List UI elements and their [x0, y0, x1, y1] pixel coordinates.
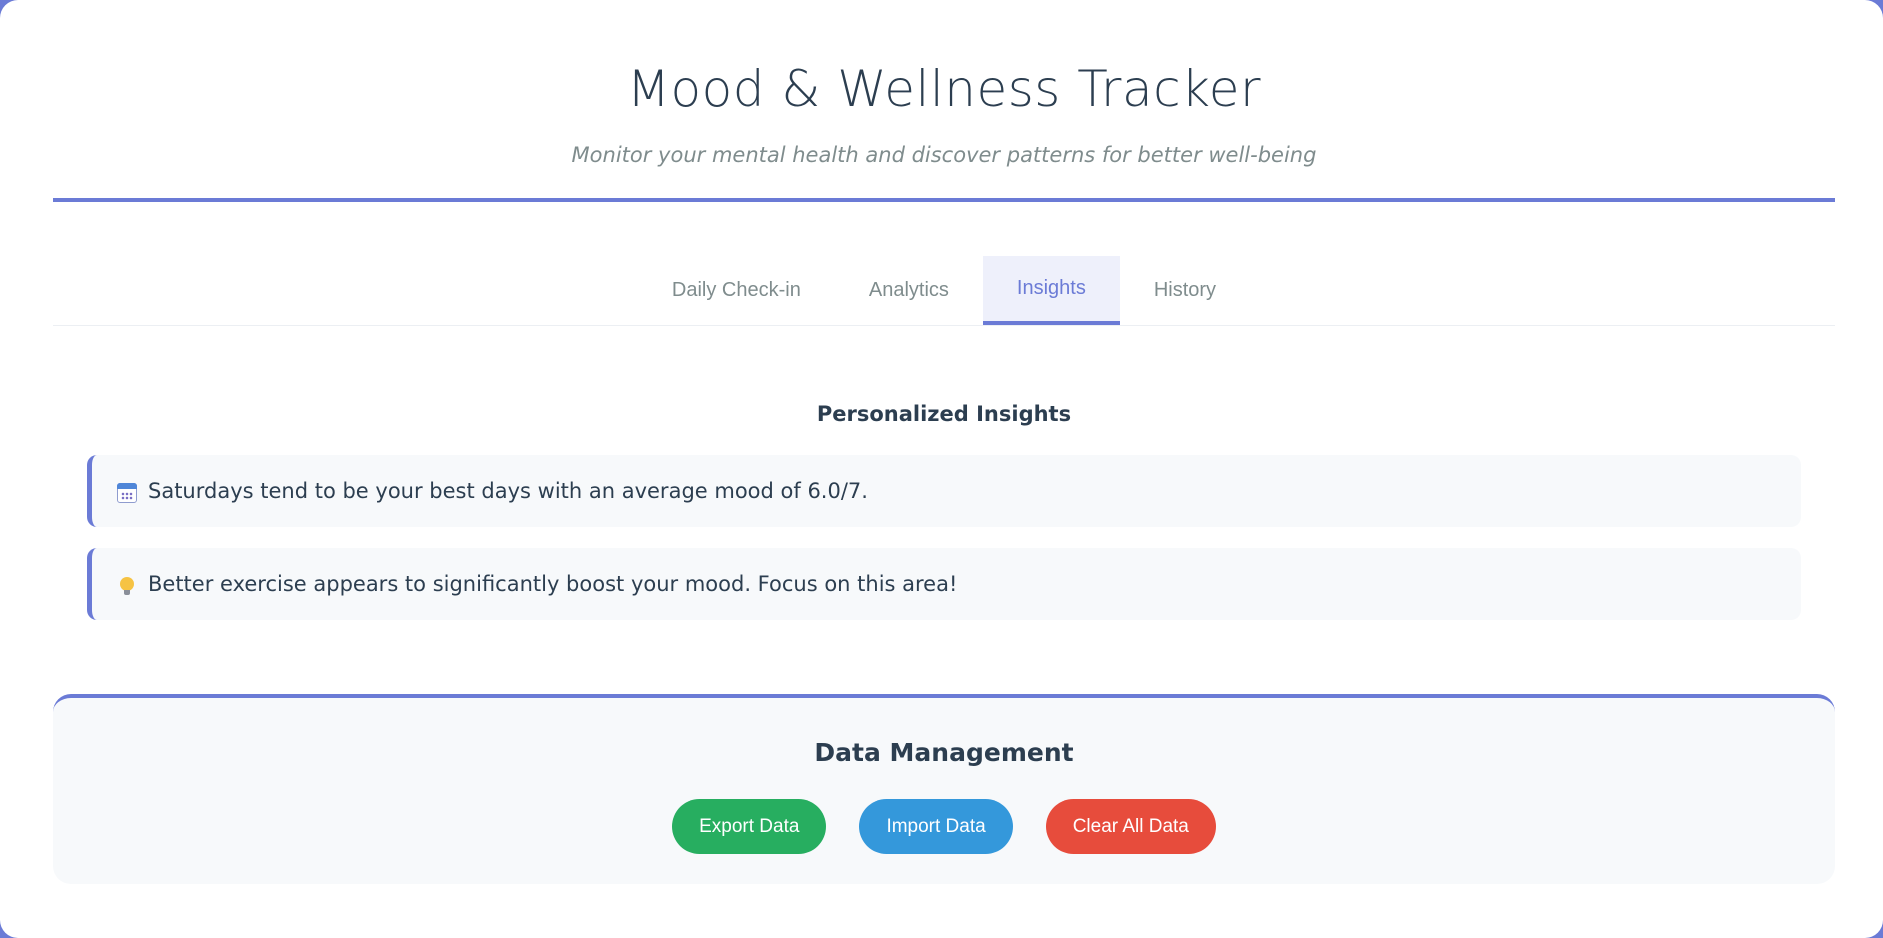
data-management-panel: Data Management Export Data Import Data …	[53, 694, 1835, 884]
tab-insights[interactable]: Insights	[982, 256, 1120, 325]
tab-history[interactable]: History	[1120, 256, 1250, 325]
export-data-button[interactable]: Export Data	[672, 799, 827, 854]
tab-daily-check-in[interactable]: Daily Check-in	[638, 256, 835, 325]
clear-all-data-button[interactable]: Clear All Data	[1045, 799, 1216, 854]
page-title: Mood & Wellness Tracker	[626, 60, 1262, 118]
page-subtitle: Monitor your mental health and discover …	[571, 143, 1317, 167]
insight-text: Better exercise appears to significantly…	[148, 572, 958, 596]
insights-title: Personalized Insights	[816, 402, 1072, 426]
data-management-title: Data Management	[814, 738, 1074, 767]
tab-analytics[interactable]: Analytics	[835, 256, 983, 325]
page-header: Mood & Wellness Tracker Monitor your men…	[53, 0, 1835, 202]
import-data-button[interactable]: Import Data	[859, 799, 1013, 854]
insight-text: Saturdays tend to be your best days with…	[148, 479, 868, 503]
lightbulb-icon	[116, 572, 138, 596]
data-management-actions: Export Data Import Data Clear All Data	[53, 799, 1835, 854]
insight-card: Better exercise appears to significantly…	[87, 548, 1801, 620]
app-card: Mood & Wellness Tracker Monitor your men…	[0, 0, 1883, 938]
insight-card: Saturdays tend to be your best days with…	[87, 455, 1801, 527]
tab-bar: Daily Check-in Analytics Insights Histor…	[53, 256, 1835, 326]
calendar-icon	[116, 479, 138, 503]
